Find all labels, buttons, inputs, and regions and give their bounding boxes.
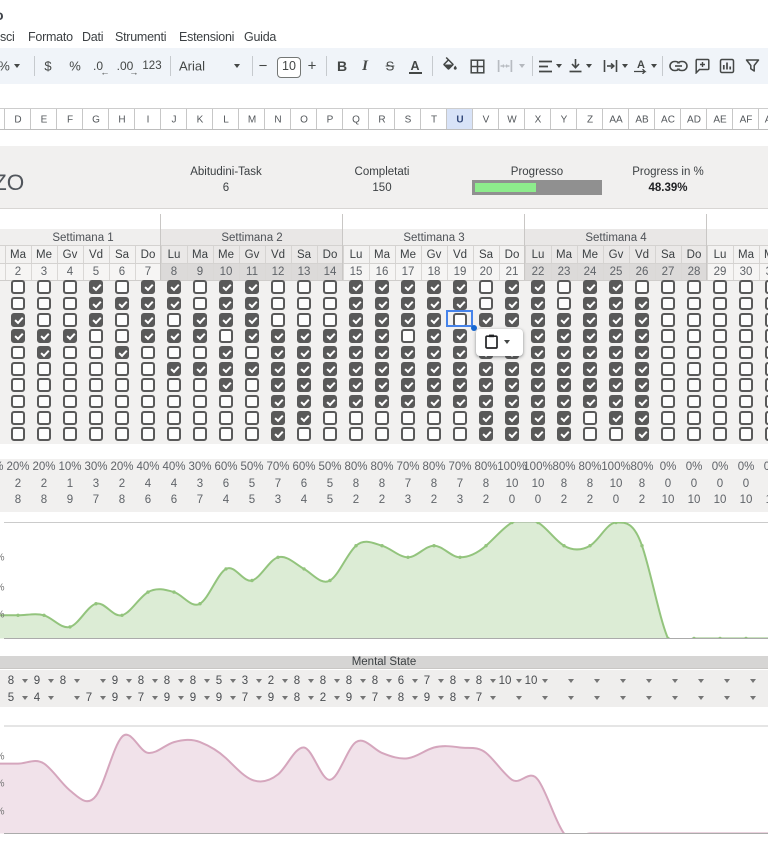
svg-text:25%: 25% bbox=[0, 610, 5, 621]
svg-text:A: A bbox=[637, 59, 645, 71]
svg-text:25%: 25% bbox=[0, 553, 5, 564]
svg-text:25%: 25% bbox=[0, 583, 5, 594]
svg-text:25%: 25% bbox=[0, 807, 5, 818]
svg-text:25%: 25% bbox=[0, 752, 5, 763]
svg-text:25%: 25% bbox=[0, 779, 5, 790]
